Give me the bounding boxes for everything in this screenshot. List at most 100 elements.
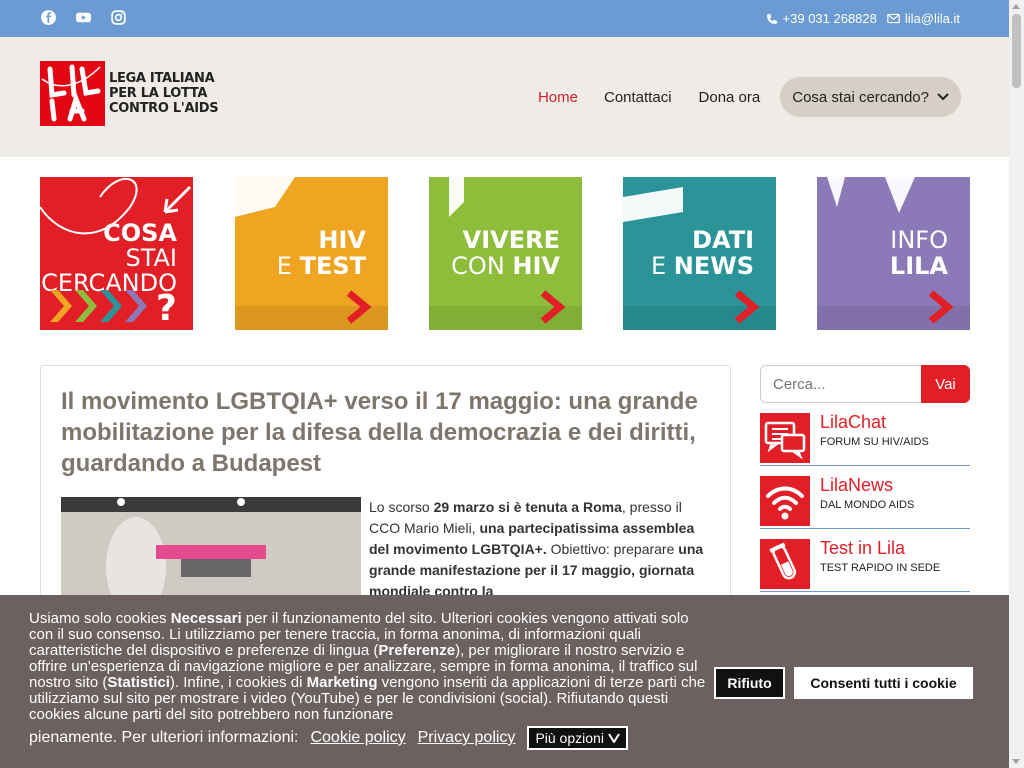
tile-label-line: INFO [890,226,948,254]
site-logo[interactable]: LEGA ITALIANA PER LA LOTTA CONTRO L'AIDS [40,61,219,126]
accept-all-cookies-button[interactable]: Consenti tutti i cookie [794,667,973,699]
chevron-right-icon [928,290,954,324]
youtube-icon[interactable] [75,9,92,26]
cookie-bold: Preferenze [378,642,456,659]
sidebar-item-lilachat[interactable]: LilaChat FORUM SU HIV/AIDS [760,412,970,466]
sidebar-item-test-in-lila[interactable]: Test in Lila TEST RAPIDO IN SEDE [760,538,970,592]
phone-link[interactable]: +39 031 268828 [766,11,877,26]
logo-text: LEGA ITALIANA PER LA LOTTA CONTRO L'AIDS [109,71,219,116]
envelope-icon [887,13,900,24]
tile-hiv-e-test[interactable]: HIV E TEST [235,177,388,330]
excerpt-text: Obiettivo: preparare [546,541,679,557]
tile-label: VIVERE CON HIV [451,227,560,279]
scroll-up-arrow[interactable] [1012,4,1020,9]
sidebar-item-title: LilaNews [820,475,894,495]
sidebar-item-title: Test in Lila [820,538,906,558]
chevron-right-icon [540,290,566,324]
main-nav: Home Contattaci Dona ora Cosa stai cerca… [538,77,961,117]
sidebar-item-title: LilaChat [820,412,887,432]
logo-text-line: LEGA ITALIANA [109,71,215,86]
tile-decoration [235,177,295,217]
tile-label: INFO LILA [890,227,948,279]
email-address: lila@lila.it [904,11,960,26]
tile-vivere-con-hiv[interactable]: VIVERE CON HIV [429,177,582,330]
cookie-links: pienamente. Per ulteriori informazioni: … [29,726,628,750]
tile-label: HIV E TEST [277,227,366,279]
cookie-policy-link[interactable]: Cookie policy [310,729,405,747]
search-menu-label: Cosa stai cercando? [792,88,929,106]
tile-label-line: CON HIV [451,252,560,280]
tile-label-line: STAI [125,244,177,272]
tile-label-line: E NEWS [650,252,754,280]
facebook-icon[interactable] [40,9,57,26]
tile-label: COSA STAI CERCANDO [41,221,177,296]
chevron-right-icon [734,290,760,324]
sidebar-search: Vai [760,365,970,403]
cookie-banner: Usiamo solo cookies Necessari per il fun… [0,595,1009,768]
excerpt-text: Lo scorso [369,499,434,515]
tile-info-lila[interactable]: INFO LILA [817,177,970,330]
chat-icon [760,413,810,463]
nav-contacts[interactable]: Contattaci [604,89,672,106]
social-links [40,9,127,26]
more-options-label: Più opzioni [535,730,604,746]
article-excerpt: Lo scorso 29 marzo si è tenuta a Roma, p… [369,497,709,602]
instagram-icon[interactable] [110,9,127,26]
refuse-cookies-button[interactable]: Rifiuto [714,667,785,699]
chevron-right-icon [346,290,372,324]
sidebar-item-subtitle: DAL MONDO AIDS [820,499,915,511]
lila-logo-mark [40,61,105,126]
page: +39 031 268828 lila@lila.it LEGA ITALIAN… [0,0,1009,768]
chevron-down-icon [607,733,620,744]
cookie-bold: Necessari [170,610,242,627]
contact-info: +39 031 268828 lila@lila.it [766,11,960,26]
tile-dati-e-news[interactable]: DATI E NEWS [623,177,776,330]
wifi-icon [760,476,810,526]
more-options-button[interactable]: Più opzioni [527,726,628,750]
test-tube-icon [760,539,810,589]
chevrons-question-icon: ? [50,288,177,324]
sidebar: Vai LilaChat FORUM SU HIV/AIDS LilaNews … [760,365,970,592]
excerpt-bold: 29 marzo si è tenuta a Roma [433,499,622,515]
site-header: LEGA ITALIANA PER LA LOTTA CONTRO L'AIDS… [0,37,1009,157]
sidebar-item-subtitle: FORUM SU HIV/AIDS [820,436,929,448]
search-submit-button[interactable]: Vai [921,365,970,403]
scrollbar-thumb[interactable] [1012,14,1021,88]
scroll-down-arrow[interactable] [1012,759,1020,764]
tile-decoration [449,177,464,217]
search-menu-dropdown[interactable]: Cosa stai cercando? [780,77,961,117]
phone-number: +39 031 268828 [782,11,877,26]
tile-cosa-stai-cercando[interactable]: COSA STAI CERCANDO ? [40,177,193,330]
sidebar-item-lilanews[interactable]: LilaNews DAL MONDO AIDS [760,475,970,529]
tile-label-line: E TEST [276,252,366,280]
chevron-down-icon [937,93,949,101]
top-bar: +39 031 268828 lila@lila.it [0,0,1009,37]
privacy-policy-link[interactable]: Privacy policy [418,729,516,747]
svg-text:?: ? [156,288,177,324]
cookie-text: ). Infine, i cookies di [169,674,307,691]
tile-label-line: COSA [103,219,177,247]
phone-icon [766,13,777,24]
search-input[interactable] [760,365,921,403]
cookie-bold: Statistici [107,674,170,691]
article-title[interactable]: Il movimento LGBTQIA+ verso il 17 maggio… [61,386,711,479]
tile-label: DATI E NEWS [651,227,754,279]
category-tiles: COSA STAI CERCANDO ? HIV E TEST VIVERE C… [40,177,970,330]
tile-label-line: VIVERE [462,226,560,254]
tile-decoration [827,177,915,213]
nav-donate[interactable]: Dona ora [699,89,761,106]
tile-label-line: HIV [318,226,366,254]
tile-decoration [623,187,683,222]
tile-label-line: LILA [889,252,948,280]
logo-text-line: PER LA LOTTA [109,86,208,101]
nav-home[interactable]: Home [538,89,578,106]
cookie-message: Usiamo solo cookies Necessari per il fun… [29,611,709,723]
logo-text-line: CONTRO L'AIDS [109,101,219,116]
cookie-text: pienamente. Per ulteriori informazioni: [29,729,299,746]
sidebar-item-subtitle: TEST RAPIDO IN SEDE [820,562,941,574]
email-link[interactable]: lila@lila.it [887,11,960,26]
cookie-text: Usiamo solo cookies [29,610,171,627]
cookie-bold: Marketing [306,674,378,691]
tile-label-line: DATI [692,226,754,254]
page-scrollbar[interactable] [1009,0,1024,768]
